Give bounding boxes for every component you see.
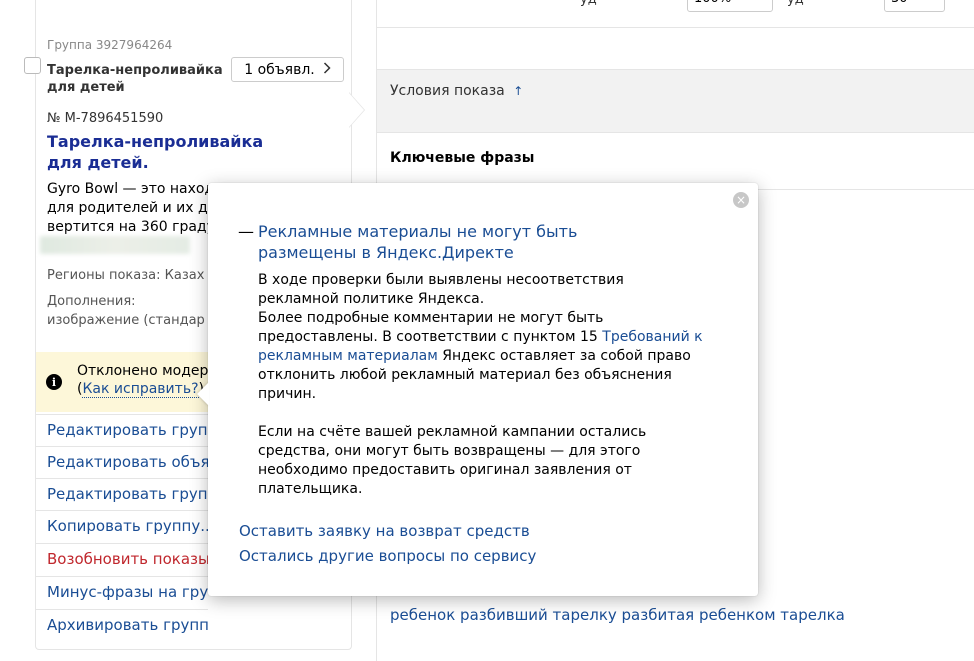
keywords-heading: Ключевые фразы [390,150,535,166]
conditions-label: Условия показа [390,83,505,99]
ad-text-line: Gyro Bowl — это наход [47,181,210,197]
toolbar-label-1: уд [580,0,597,7]
ads-count-button[interactable]: 1 объявл. [231,57,344,82]
menu-edit-group-2[interactable]: Редактировать групп [36,478,208,510]
popup-paragraph-refund: Если на счёте вашей рекламной кампании о… [258,424,647,497]
popup-tail [197,382,209,406]
toolbar-input-2[interactable]: 30 [884,0,945,12]
table-header [377,69,974,133]
popup-text: Более подробные комментарии не могут быт… [258,310,604,345]
ad-title[interactable]: Тарелка-непроливайка для детей. [47,131,287,173]
other-questions-link[interactable]: Остались другие вопросы по сервису [239,547,536,565]
toolbar-label-2: уд [787,0,804,7]
ad-text-line: для родителей и их д [47,200,208,216]
menu-resume-shows[interactable]: Возобновить показы [36,543,208,575]
moderation-status-text: Отклонено модера [77,363,217,379]
menu-edit-ad[interactable]: Редактировать объяв [36,446,208,478]
ads-count-label: 1 объявл. [244,61,315,78]
menu-archive-group[interactable]: Архивировать группу [36,609,208,641]
refund-request-link[interactable]: Оставить заявку на возврат средств [239,522,530,540]
ad-text: Gyro Bowl — это наход для родителей и их… [47,180,210,237]
regions-info: Регионы показа: Казах [47,268,205,283]
menu-edit-group[interactable]: Редактировать групп [36,414,208,446]
menu-negative-keywords[interactable]: Минус-фразы на групу [36,576,208,608]
conditions-header[interactable]: Условия показа ↑ [390,83,523,99]
ad-number: № M-7896451590 [47,111,164,126]
chevron-right-icon [323,61,331,78]
group-name[interactable]: Тарелка-непроливайка для детей [47,62,227,96]
blurred-url [40,236,190,254]
fix-link-wrapper: (Как исправить?) [77,381,204,398]
keyword-phrases[interactable]: ребенок разбивший тарелку разбитая ребен… [390,606,845,624]
popup-paragraph: В ходе проверки были выявлены несоответс… [258,271,708,404]
group-checkbox[interactable] [24,57,41,74]
extras-label: Дополнения: [47,294,136,309]
sort-arrow-icon: ↑ [513,84,524,98]
popup-body: В ходе проверки были выявлены несоответс… [258,271,708,499]
close-icon[interactable]: × [733,192,749,208]
info-icon: i [46,374,62,390]
group-id: Группа 3927964264 [47,38,173,52]
popup-text: В ходе проверки были выявлены несоответс… [258,272,624,307]
extras-value: изображение (стандар [47,313,205,328]
card-pointer-inner [349,93,364,127]
menu-copy-group[interactable]: Копировать группу... [36,510,208,542]
toolbar-input-1[interactable]: 100% [687,0,773,12]
popup-title[interactable]: Рекламные материалы не могут быть размещ… [258,221,678,263]
how-to-fix-link[interactable]: Как исправить? [82,381,199,398]
ad-text-line: вертится на 360 граду [47,219,210,235]
popup-dash: — [238,222,254,241]
